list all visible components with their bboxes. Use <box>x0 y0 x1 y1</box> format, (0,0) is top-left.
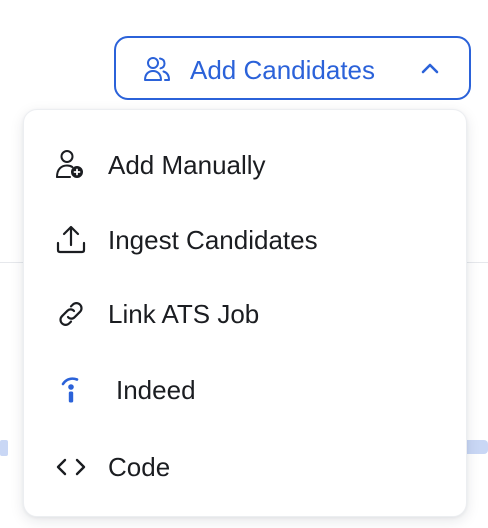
menu-item-code[interactable]: Code <box>24 430 466 500</box>
menu-item-label: Code <box>108 452 171 482</box>
background-chart-edge-left <box>0 440 8 456</box>
link-icon <box>59 302 83 326</box>
menu-item-label: Add Manually <box>108 150 266 180</box>
users-icon <box>144 57 170 81</box>
menu-item-indeed[interactable]: Indeed <box>24 353 466 423</box>
menu-item-ingest-candidates[interactable]: Ingest Candidates <box>24 203 466 273</box>
menu-item-add-manually[interactable]: Add Manually <box>24 128 466 198</box>
chevron-up-icon <box>421 63 439 74</box>
code-icon <box>56 458 86 476</box>
upload-icon <box>56 225 86 254</box>
page: Add Candidates Add Manually Ingest Candi… <box>0 0 488 528</box>
indeed-icon <box>61 377 79 403</box>
menu-item-link-ats-job[interactable]: Link ATS Job <box>24 277 466 347</box>
add-candidates-button[interactable]: Add Candidates <box>114 36 471 100</box>
menu-item-label: Link ATS Job <box>108 299 260 329</box>
add-candidates-dropdown-menu: Add Manually Ingest Candidates Link ATS … <box>23 109 467 517</box>
menu-item-label: Ingest Candidates <box>108 225 318 255</box>
menu-item-label: Indeed <box>116 375 196 405</box>
user-plus-icon <box>56 150 83 178</box>
add-candidates-label: Add Candidates <box>190 55 376 85</box>
